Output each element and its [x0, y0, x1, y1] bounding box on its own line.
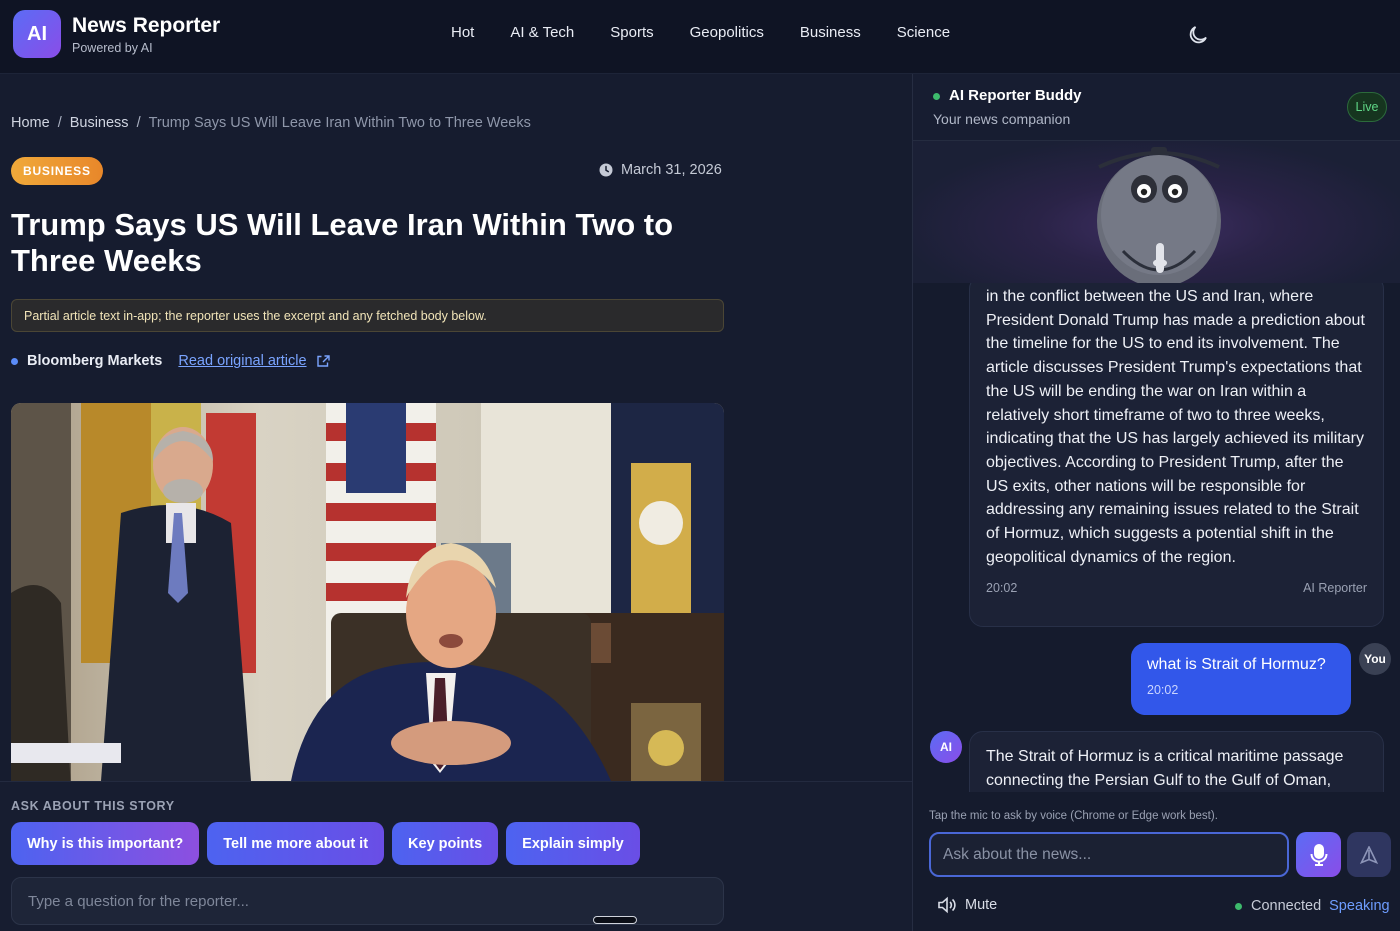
moon-icon[interactable]: [1186, 23, 1210, 47]
speaker-icon: [938, 896, 956, 914]
article-panel: Home / Business / Trump Says US Will Leave I…: [0, 74, 912, 931]
message-author: AI Reporter: [1303, 581, 1367, 596]
microphone-icon: [1310, 843, 1327, 866]
nav-sports[interactable]: Sports: [592, 24, 671, 41]
send-button[interactable]: [1347, 832, 1391, 877]
ai-message: The Strait of Hormuz is a critical marit…: [969, 731, 1384, 792]
message-meta: 20:02 AI Reporter: [986, 577, 1367, 601]
mic-button[interactable]: [1296, 832, 1341, 877]
mascot-stage: [913, 141, 1400, 283]
user-message-text: what is Strait of Hormuz?: [1147, 656, 1326, 673]
news-question-input[interactable]: [929, 832, 1289, 877]
chat-messages: in the conflict between the US and Iran,…: [913, 283, 1400, 792]
voice-hint: Tap the mic to ask by voice (Chrome or E…: [929, 810, 1218, 822]
partial-text-notice: Partial article text in-app; the reporte…: [11, 299, 724, 332]
top-bar: AI News Reporter Powered by AI Hot AI & …: [0, 0, 1400, 74]
chat-panel: AI Reporter Buddy Your news companion Li…: [912, 74, 1400, 931]
scroll-handle[interactable]: [593, 916, 637, 924]
publish-date: March 31, 2026: [599, 162, 722, 178]
connected-dot-icon: [1235, 902, 1242, 910]
app-logo[interactable]: AI: [13, 10, 61, 58]
clock-icon: [599, 163, 613, 177]
nav-hot[interactable]: Hot: [433, 24, 492, 41]
chip-explain-simply[interactable]: Explain simply: [506, 822, 640, 865]
chip-key-points[interactable]: Key points: [392, 822, 499, 865]
date-text: March 31, 2026: [621, 162, 722, 178]
nav-science[interactable]: Science: [879, 24, 968, 41]
speaking-label: Speaking: [1329, 898, 1390, 914]
photo-illustration: [11, 403, 724, 781]
breadcrumb-separator: /: [57, 115, 62, 131]
status-dot-icon: [933, 93, 940, 100]
ask-section: ASK ABOUT THIS STORY Why is this importa…: [0, 781, 912, 931]
category-badge: BUSINESS: [11, 157, 103, 185]
mute-label: Mute: [965, 897, 998, 913]
category-nav: Hot AI & Tech Sports Geopolitics Busines…: [433, 24, 968, 41]
chip-tell-more[interactable]: Tell me more about it: [207, 822, 385, 865]
breadcrumb-home[interactable]: Home: [11, 115, 50, 131]
app-title: News Reporter: [72, 14, 221, 37]
nav-ai-tech[interactable]: AI & Tech: [492, 24, 592, 41]
source-dot-icon: [11, 357, 18, 365]
message-time: 20:02: [986, 581, 1018, 596]
chip-why-important[interactable]: Why is this important?: [11, 822, 200, 865]
chat-header: AI Reporter Buddy Your news companion Li…: [913, 74, 1400, 141]
user-message: what is Strait of Hormuz? 20:02: [1131, 643, 1351, 715]
user-message-time: 20:02: [1147, 683, 1179, 697]
suggestion-chips: Why is this important? Tell me more abou…: [11, 822, 640, 865]
reporter-mascot-icon: [1097, 147, 1221, 283]
nav-geopolitics[interactable]: Geopolitics: [672, 24, 782, 41]
ai-avatar: AI: [930, 731, 962, 763]
chat-title: AI Reporter Buddy: [949, 87, 1082, 104]
chat-subtitle: Your news companion: [933, 111, 1071, 127]
external-link-icon[interactable]: [316, 354, 330, 368]
article-photo: [11, 403, 724, 781]
breadcrumb: Home / Business / Trump Says US Will Leave I…: [11, 115, 531, 131]
connected-label: Connected: [1251, 898, 1322, 914]
ask-label: ASK ABOUT THIS STORY: [11, 799, 175, 813]
mute-toggle[interactable]: Mute: [937, 896, 997, 914]
live-badge: Live: [1347, 92, 1387, 122]
source-row: Bloomberg Markets Read original article: [11, 353, 330, 369]
app-subtitle: Powered by AI: [72, 41, 153, 55]
breadcrumb-separator: /: [136, 115, 141, 131]
nav-business[interactable]: Business: [782, 24, 879, 41]
connection-status: Connected Speaking: [1235, 898, 1390, 914]
source-name: Bloomberg Markets: [27, 353, 163, 369]
read-original-link[interactable]: Read original article: [178, 353, 306, 369]
breadcrumb-current: Trump Says US Will Leave Iran Within Two…: [148, 115, 531, 131]
breadcrumb-section[interactable]: Business: [70, 115, 129, 131]
ai-message: in the conflict between the US and Iran,…: [969, 283, 1384, 627]
article-headline: Trump Says US Will Leave Iran Within Two…: [11, 207, 674, 278]
ai-message-text: in the conflict between the US and Iran,…: [986, 288, 1365, 566]
user-avatar: You: [1359, 643, 1391, 675]
send-icon: [1360, 845, 1378, 864]
ai-message-text: The Strait of Hormuz is a critical marit…: [986, 748, 1344, 789]
